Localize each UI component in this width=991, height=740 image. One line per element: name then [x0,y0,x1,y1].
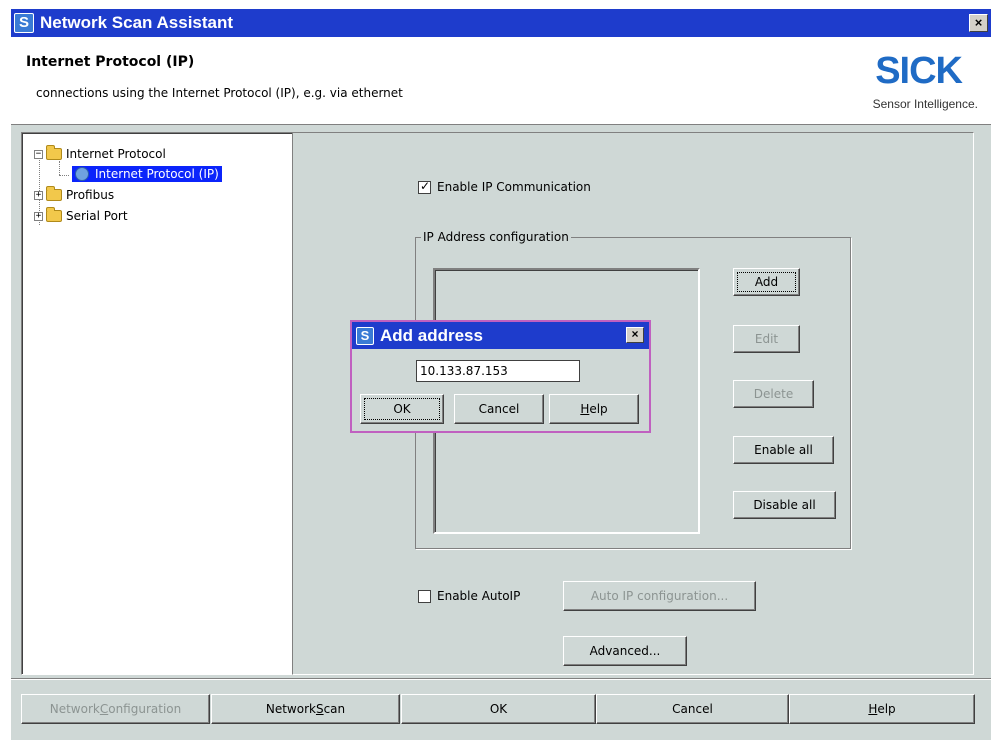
edit-button[interactable]: Edit [733,325,800,353]
button-mnemonic: H [868,702,878,716]
expand-icon[interactable]: + [34,190,43,200]
button-mnemonic: C [99,702,109,716]
auto-ip-configuration-button[interactable]: Auto IP configuration... [563,581,756,611]
enable-autoip-row: Enable AutoIP [418,589,520,603]
disable-all-button[interactable]: Disable all [733,491,836,519]
ok-button[interactable]: OK [401,694,596,724]
sick-logo: SICK [875,50,963,92]
button-label: elp [877,702,896,716]
advanced-button[interactable]: Advanced... [563,636,687,666]
globe-icon [75,167,89,181]
button-label: elp [589,402,608,416]
dialog-help-button[interactable]: Help [549,394,639,424]
collapse-icon[interactable]: − [34,149,43,159]
folder-icon [46,145,62,160]
dialog-title-bar[interactable]: S Add address × [352,322,649,349]
cancel-button[interactable]: Cancel [596,694,789,724]
header: Internet Protocol (IP) connections using… [11,37,991,125]
tree-line [59,161,60,175]
logo-tagline: Sensor Intelligence. [872,97,978,111]
tree-selection: Internet Protocol (IP) [72,166,222,182]
enable-autoip-checkbox[interactable] [418,589,431,603]
tree-item-label: Internet Protocol [66,147,166,161]
page-subtitle: connections using the Internet Protocol … [36,86,403,100]
tree-line [59,175,69,176]
button-label: Network [265,702,316,716]
tree-item-label: Serial Port [66,209,128,223]
tree-panel: − Internet Protocol Internet Protocol (I… [21,132,293,675]
tree-item-internet-protocol-ip[interactable]: Internet Protocol (IP) [72,165,222,183]
button-label: Network [49,702,100,716]
page-title: Internet Protocol (IP) [26,54,195,70]
title-bar[interactable]: S Network Scan Assistant × [11,9,991,37]
app-icon: S [14,13,34,33]
dialog-ok-button[interactable]: OK [360,394,444,424]
dialog-title: Add address [380,325,483,345]
button-label: onfiguration [108,702,182,716]
add-button[interactable]: Add [733,268,800,296]
network-scan-button[interactable]: Network Scan [211,694,400,724]
tree-item-internet-protocol[interactable]: − Internet Protocol [34,145,166,163]
enable-all-button[interactable]: Enable all [733,436,834,464]
network-configuration-button[interactable]: Network Configuration [21,694,210,724]
expand-icon[interactable]: + [34,211,43,221]
tree-item-serial-port[interactable]: + Serial Port [34,207,128,225]
checkmark-icon: ✓ [420,178,431,193]
close-button[interactable]: × [969,14,988,32]
tree-item-label: Internet Protocol (IP) [95,167,219,181]
enable-ip-label: Enable IP Communication [437,180,591,194]
folder-icon [46,207,62,222]
footer-separator [11,678,991,680]
button-mnemonic: S [315,702,324,716]
enable-ip-row: ✓ Enable IP Communication [418,178,591,194]
enable-ip-checkbox[interactable]: ✓ [418,178,431,194]
tree-item-label: Profibus [66,188,115,202]
dialog-cancel-button[interactable]: Cancel [454,394,544,424]
window-title: Network Scan Assistant [40,13,234,32]
folder-icon [46,186,62,201]
delete-button[interactable]: Delete [733,380,814,408]
tree-item-profibus[interactable]: + Profibus [34,186,114,204]
dialog-close-button[interactable]: × [626,327,644,343]
button-mnemonic: H [580,402,590,416]
add-address-dialog: S Add address × OK Cancel Help [350,320,651,433]
address-input[interactable] [416,360,580,382]
button-label: can [323,702,346,716]
enable-autoip-label: Enable AutoIP [437,589,521,603]
app-icon: S [356,326,374,345]
help-button[interactable]: Help [789,694,975,724]
ip-address-group-label: IP Address configuration [421,230,571,244]
